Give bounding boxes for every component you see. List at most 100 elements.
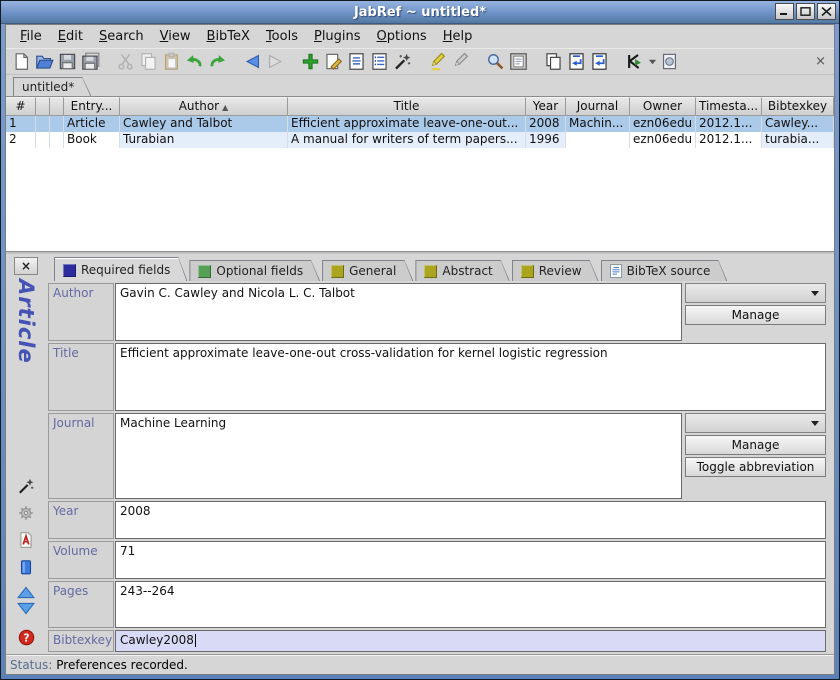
cell-title[interactable]: Efficient approximate leave-one-out...: [288, 116, 526, 132]
edit-entry-icon[interactable]: [322, 50, 345, 73]
undo-icon[interactable]: [183, 50, 206, 73]
menu-tools[interactable]: Tools: [258, 27, 306, 46]
up-arrow-icon[interactable]: [17, 586, 35, 599]
author-manage-button[interactable]: Manage: [685, 305, 826, 325]
cell-bibtexkey[interactable]: Cawley...: [762, 116, 834, 132]
cell-year[interactable]: 2008: [526, 116, 566, 132]
close-button[interactable]: [817, 3, 836, 20]
cell-number[interactable]: 2: [6, 132, 36, 148]
menu-help[interactable]: Help: [435, 27, 481, 46]
tab-required-fields[interactable]: Required fields: [54, 257, 187, 281]
table-row-1[interactable]: 1 Article Cawley and Talbot Efficient ap…: [6, 116, 834, 132]
column-header-journal[interactable]: Journal: [566, 97, 630, 116]
maximize-button[interactable]: [796, 3, 815, 20]
title-field-input[interactable]: Efficient approximate leave-one-out cros…: [115, 343, 826, 411]
cell-bibtexkey[interactable]: turabia...: [762, 132, 834, 148]
cell-timestamp[interactable]: 2012.1...: [696, 116, 762, 132]
cell-icon2[interactable]: [50, 132, 64, 148]
cell-year[interactable]: 1996: [526, 132, 566, 148]
unmark-entries-icon[interactable]: [449, 50, 472, 73]
journal-field-input[interactable]: Machine Learning: [115, 413, 682, 499]
wizard-icon[interactable]: [17, 477, 35, 495]
forward-icon[interactable]: [264, 50, 287, 73]
cell-journal[interactable]: Machin...: [566, 116, 630, 132]
column-header-title[interactable]: Title: [288, 97, 526, 116]
cell-icon1[interactable]: [36, 132, 50, 148]
menu-search[interactable]: Search: [91, 27, 152, 46]
tab-optional-fields[interactable]: Optional fields: [189, 260, 320, 281]
edit-strings-icon[interactable]: [368, 50, 391, 73]
autogenerate-keys-wand-icon[interactable]: [391, 50, 414, 73]
column-header-bibtexkey[interactable]: Bibtexkey: [762, 97, 834, 116]
cell-journal[interactable]: [566, 132, 630, 148]
back-icon[interactable]: [241, 50, 264, 73]
column-header-icon2[interactable]: [50, 97, 64, 116]
minimize-button[interactable]: [775, 3, 794, 20]
copy-bibtex-key-icon[interactable]: [542, 50, 565, 73]
menu-options[interactable]: Options: [369, 27, 435, 46]
column-header-timestamp[interactable]: Timesta...: [696, 97, 762, 116]
document-tab[interactable]: untitled*: [13, 77, 91, 96]
cell-number[interactable]: 1: [6, 116, 36, 132]
down-arrow-icon[interactable]: [17, 602, 35, 615]
cell-owner[interactable]: ezn06edu: [630, 116, 696, 132]
menu-file[interactable]: File: [12, 27, 50, 46]
mark-entries-icon[interactable]: [426, 50, 449, 73]
save-database-icon[interactable]: [56, 50, 79, 73]
author-field-input[interactable]: Gavin C. Cawley and Nicola L. C. Talbot: [115, 283, 682, 341]
menu-plugins[interactable]: Plugins: [306, 27, 369, 46]
journal-manage-button[interactable]: Manage: [685, 435, 826, 455]
journal-words-combobox[interactable]: [685, 413, 826, 433]
column-header-owner[interactable]: Owner: [630, 97, 696, 116]
cell-author[interactable]: Cawley and Talbot: [120, 116, 288, 132]
column-header-number[interactable]: #: [6, 97, 36, 116]
toggle-preview-icon[interactable]: [507, 50, 530, 73]
bibtexkey-field-input[interactable]: Cawley2008: [115, 630, 826, 652]
copy-icon[interactable]: [137, 50, 160, 73]
new-entry-icon[interactable]: [299, 50, 322, 73]
pages-field-input[interactable]: 243--264: [115, 581, 826, 628]
pdf-icon[interactable]: [17, 531, 35, 549]
titlebar[interactable]: JabRef ~ untitled*: [1, 1, 839, 24]
cell-timestamp[interactable]: 2012.1...: [696, 132, 762, 148]
toggle-abbreviation-button[interactable]: Toggle abbreviation: [685, 457, 826, 477]
push-to-application-icon[interactable]: [565, 50, 588, 73]
menu-bibtex[interactable]: BibTeX: [199, 27, 258, 46]
menu-edit[interactable]: Edit: [50, 27, 91, 46]
author-words-combobox[interactable]: [685, 283, 826, 303]
tab-general[interactable]: General: [322, 260, 413, 281]
cell-title[interactable]: A manual for writers of term papers...: [288, 132, 526, 148]
save-all-databases-icon[interactable]: [79, 50, 102, 73]
search-icon[interactable]: [484, 50, 507, 73]
column-header-icon1[interactable]: [36, 97, 50, 116]
fetch-medline-icon[interactable]: [658, 50, 681, 73]
close-entry-editor-button[interactable]: ×: [14, 257, 38, 275]
tab-abstract[interactable]: Abstract: [415, 260, 509, 281]
cell-entrytype[interactable]: Book: [64, 132, 120, 148]
push-menu-arrow-icon[interactable]: [646, 57, 658, 66]
cell-entrytype[interactable]: Article: [64, 116, 120, 132]
paste-icon[interactable]: [160, 50, 183, 73]
table-row-2[interactable]: 2 Book Turabian A manual for writers of …: [6, 132, 834, 148]
open-database-icon[interactable]: [33, 50, 56, 73]
column-header-author[interactable]: Author▲: [120, 97, 288, 116]
new-database-icon[interactable]: [10, 50, 33, 73]
tab-review[interactable]: Review: [512, 260, 599, 281]
volume-field-input[interactable]: 71: [115, 541, 826, 579]
redo-icon[interactable]: [206, 50, 229, 73]
cut-icon[interactable]: [114, 50, 137, 73]
push-to-lyx-icon[interactable]: [623, 50, 646, 73]
menu-view[interactable]: View: [152, 27, 199, 46]
cell-owner[interactable]: ezn06edu: [630, 132, 696, 148]
edit-preamble-icon[interactable]: [345, 50, 368, 73]
help-icon[interactable]: ?: [18, 629, 35, 646]
tab-bibtex-source[interactable]: BibTeX source: [601, 260, 728, 281]
year-field-input[interactable]: 2008: [115, 501, 826, 539]
note-icon[interactable]: [17, 558, 35, 576]
cell-icon2[interactable]: [50, 116, 64, 132]
gear-icon[interactable]: [17, 504, 35, 522]
cell-icon1[interactable]: [36, 116, 50, 132]
column-header-year[interactable]: Year: [526, 97, 566, 116]
cell-author[interactable]: Turabian: [120, 132, 288, 148]
toolbar-close-x-icon[interactable]: ×: [815, 54, 828, 69]
